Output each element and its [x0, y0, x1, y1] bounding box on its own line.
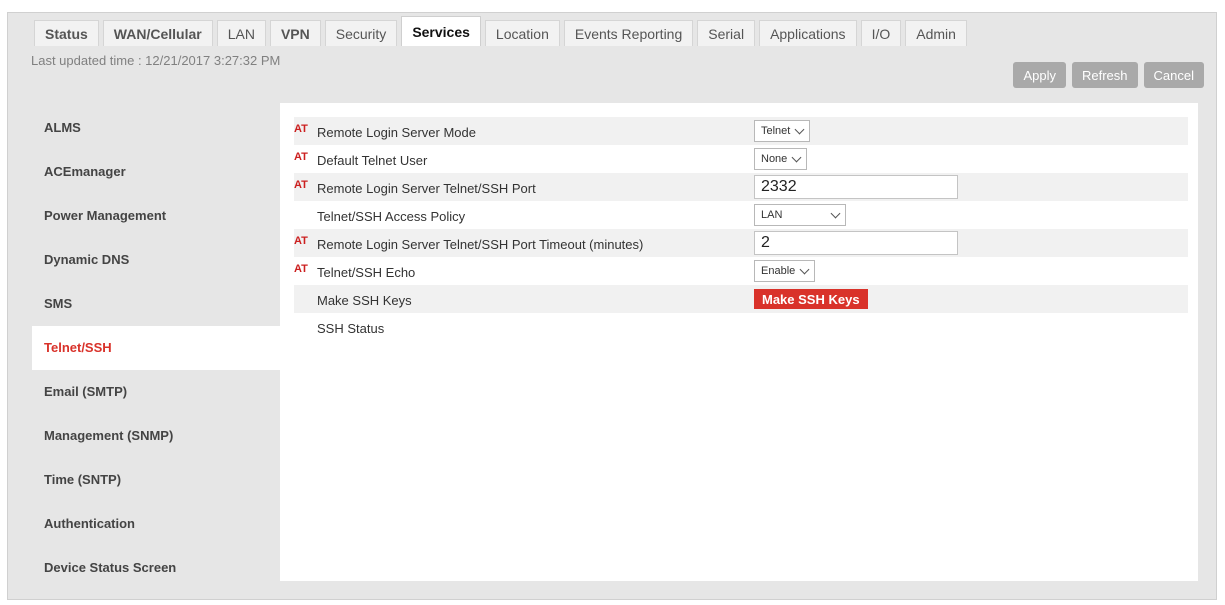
at-command-marker: AT — [294, 179, 308, 191]
sidebar-item-sms[interactable]: SMS — [32, 282, 280, 326]
apply-button[interactable]: Apply — [1013, 62, 1066, 88]
at-command-marker: AT — [294, 123, 308, 135]
select-value: Telnet — [761, 125, 791, 137]
row-make-ssh-keys: Make SSH Keys Make SSH Keys — [294, 285, 1188, 313]
sidebar-item-telnet-ssh[interactable]: Telnet/SSH — [32, 326, 280, 370]
telnet-ssh-echo-select[interactable]: Enable — [754, 260, 816, 282]
row-port-timeout: AT Remote Login Server Telnet/SSH Port T… — [294, 229, 1188, 257]
telnet-ssh-port-input[interactable]: 2332 — [754, 175, 958, 199]
tab-io[interactable]: I/O — [860, 20, 902, 46]
row-telnet-ssh-access-policy: Telnet/SSH Access Policy LAN — [294, 201, 1188, 229]
tab-vpn[interactable]: VPN — [269, 20, 321, 46]
tab-serial[interactable]: Serial — [697, 20, 756, 46]
at-command-marker: AT — [294, 151, 308, 163]
tab-services[interactable]: Services — [401, 16, 481, 46]
default-telnet-user-select[interactable]: None — [754, 148, 808, 170]
tab-status[interactable]: Status — [34, 20, 99, 46]
field-label: Make SSH Keys — [317, 293, 412, 308]
access-policy-select[interactable]: LAN — [754, 204, 846, 226]
row-telnet-ssh-echo: AT Telnet/SSH Echo Enable — [294, 257, 1188, 285]
sidebar-item-power-management[interactable]: Power Management — [32, 194, 280, 238]
remote-login-server-mode-select[interactable]: Telnet — [754, 120, 811, 142]
cancel-button[interactable]: Cancel — [1143, 62, 1204, 88]
at-command-marker: AT — [294, 235, 308, 247]
row-ssh-status: SSH Status — [294, 313, 1188, 341]
row-default-telnet-user: AT Default Telnet User None — [294, 145, 1188, 173]
toolbar: Last updated time : 12/21/2017 3:27:32 P… — [8, 46, 1216, 98]
chevron-down-icon — [791, 152, 802, 162]
sidebar-item-dynamic-dns[interactable]: Dynamic DNS — [32, 238, 280, 282]
row-remote-login-server-mode: AT Remote Login Server Mode Telnet — [294, 117, 1188, 145]
select-value: Enable — [761, 265, 796, 277]
port-timeout-input[interactable]: 2 — [754, 231, 958, 255]
refresh-button[interactable]: Refresh — [1072, 62, 1138, 88]
tab-location[interactable]: Location — [484, 20, 560, 46]
last-updated-time: Last updated time : 12/21/2017 3:27:32 P… — [31, 53, 281, 68]
chevron-down-icon — [799, 264, 810, 274]
sidebar-item-alms[interactable]: ALMS — [32, 106, 280, 150]
field-label: SSH Status — [317, 321, 385, 336]
app-frame: Status WAN/Cellular LAN VPN Security Ser… — [7, 12, 1217, 600]
sidebar-item-authentication[interactable]: Authentication — [32, 502, 280, 546]
sidebar-item-time-sntp[interactable]: Time (SNTP) — [32, 458, 280, 502]
field-label: Default Telnet User — [317, 153, 428, 168]
tab-applications[interactable]: Applications — [759, 20, 857, 46]
tab-events-reporting[interactable]: Events Reporting — [563, 20, 694, 46]
sidebar-item-acemanager[interactable]: ACEmanager — [32, 150, 280, 194]
top-tab-bar: Status WAN/Cellular LAN VPN Security Ser… — [8, 13, 971, 46]
select-value: LAN — [761, 209, 783, 221]
field-label: Telnet/SSH Access Policy — [317, 209, 466, 224]
row-telnet-ssh-port: AT Remote Login Server Telnet/SSH Port 2… — [294, 173, 1188, 201]
field-label: Remote Login Server Mode — [317, 125, 476, 140]
tab-wan-cellular[interactable]: WAN/Cellular — [102, 20, 213, 46]
at-command-marker: AT — [294, 263, 308, 275]
tab-security[interactable]: Security — [324, 20, 398, 46]
tab-admin[interactable]: Admin — [905, 20, 967, 46]
make-ssh-keys-button[interactable]: Make SSH Keys — [754, 289, 868, 309]
chevron-down-icon — [830, 208, 841, 218]
sidebar-item-device-status-screen[interactable]: Device Status Screen — [32, 546, 280, 590]
sidebar-item-management-snmp[interactable]: Management (SNMP) — [32, 414, 280, 458]
select-value: None — [761, 153, 788, 165]
field-label: Telnet/SSH Echo — [317, 265, 416, 280]
field-label: Remote Login Server Telnet/SSH Port Time… — [317, 237, 644, 252]
tab-lan[interactable]: LAN — [216, 20, 266, 46]
action-buttons: Apply Refresh Cancel — [1013, 62, 1204, 88]
field-label: Remote Login Server Telnet/SSH Port — [317, 181, 536, 196]
telnet-ssh-settings-panel: AT Remote Login Server Mode Telnet AT De… — [280, 103, 1198, 581]
services-sidebar: ALMS ACEmanager Power Management Dynamic… — [32, 106, 280, 590]
chevron-down-icon — [794, 124, 805, 134]
sidebar-item-email-smtp[interactable]: Email (SMTP) — [32, 370, 280, 414]
